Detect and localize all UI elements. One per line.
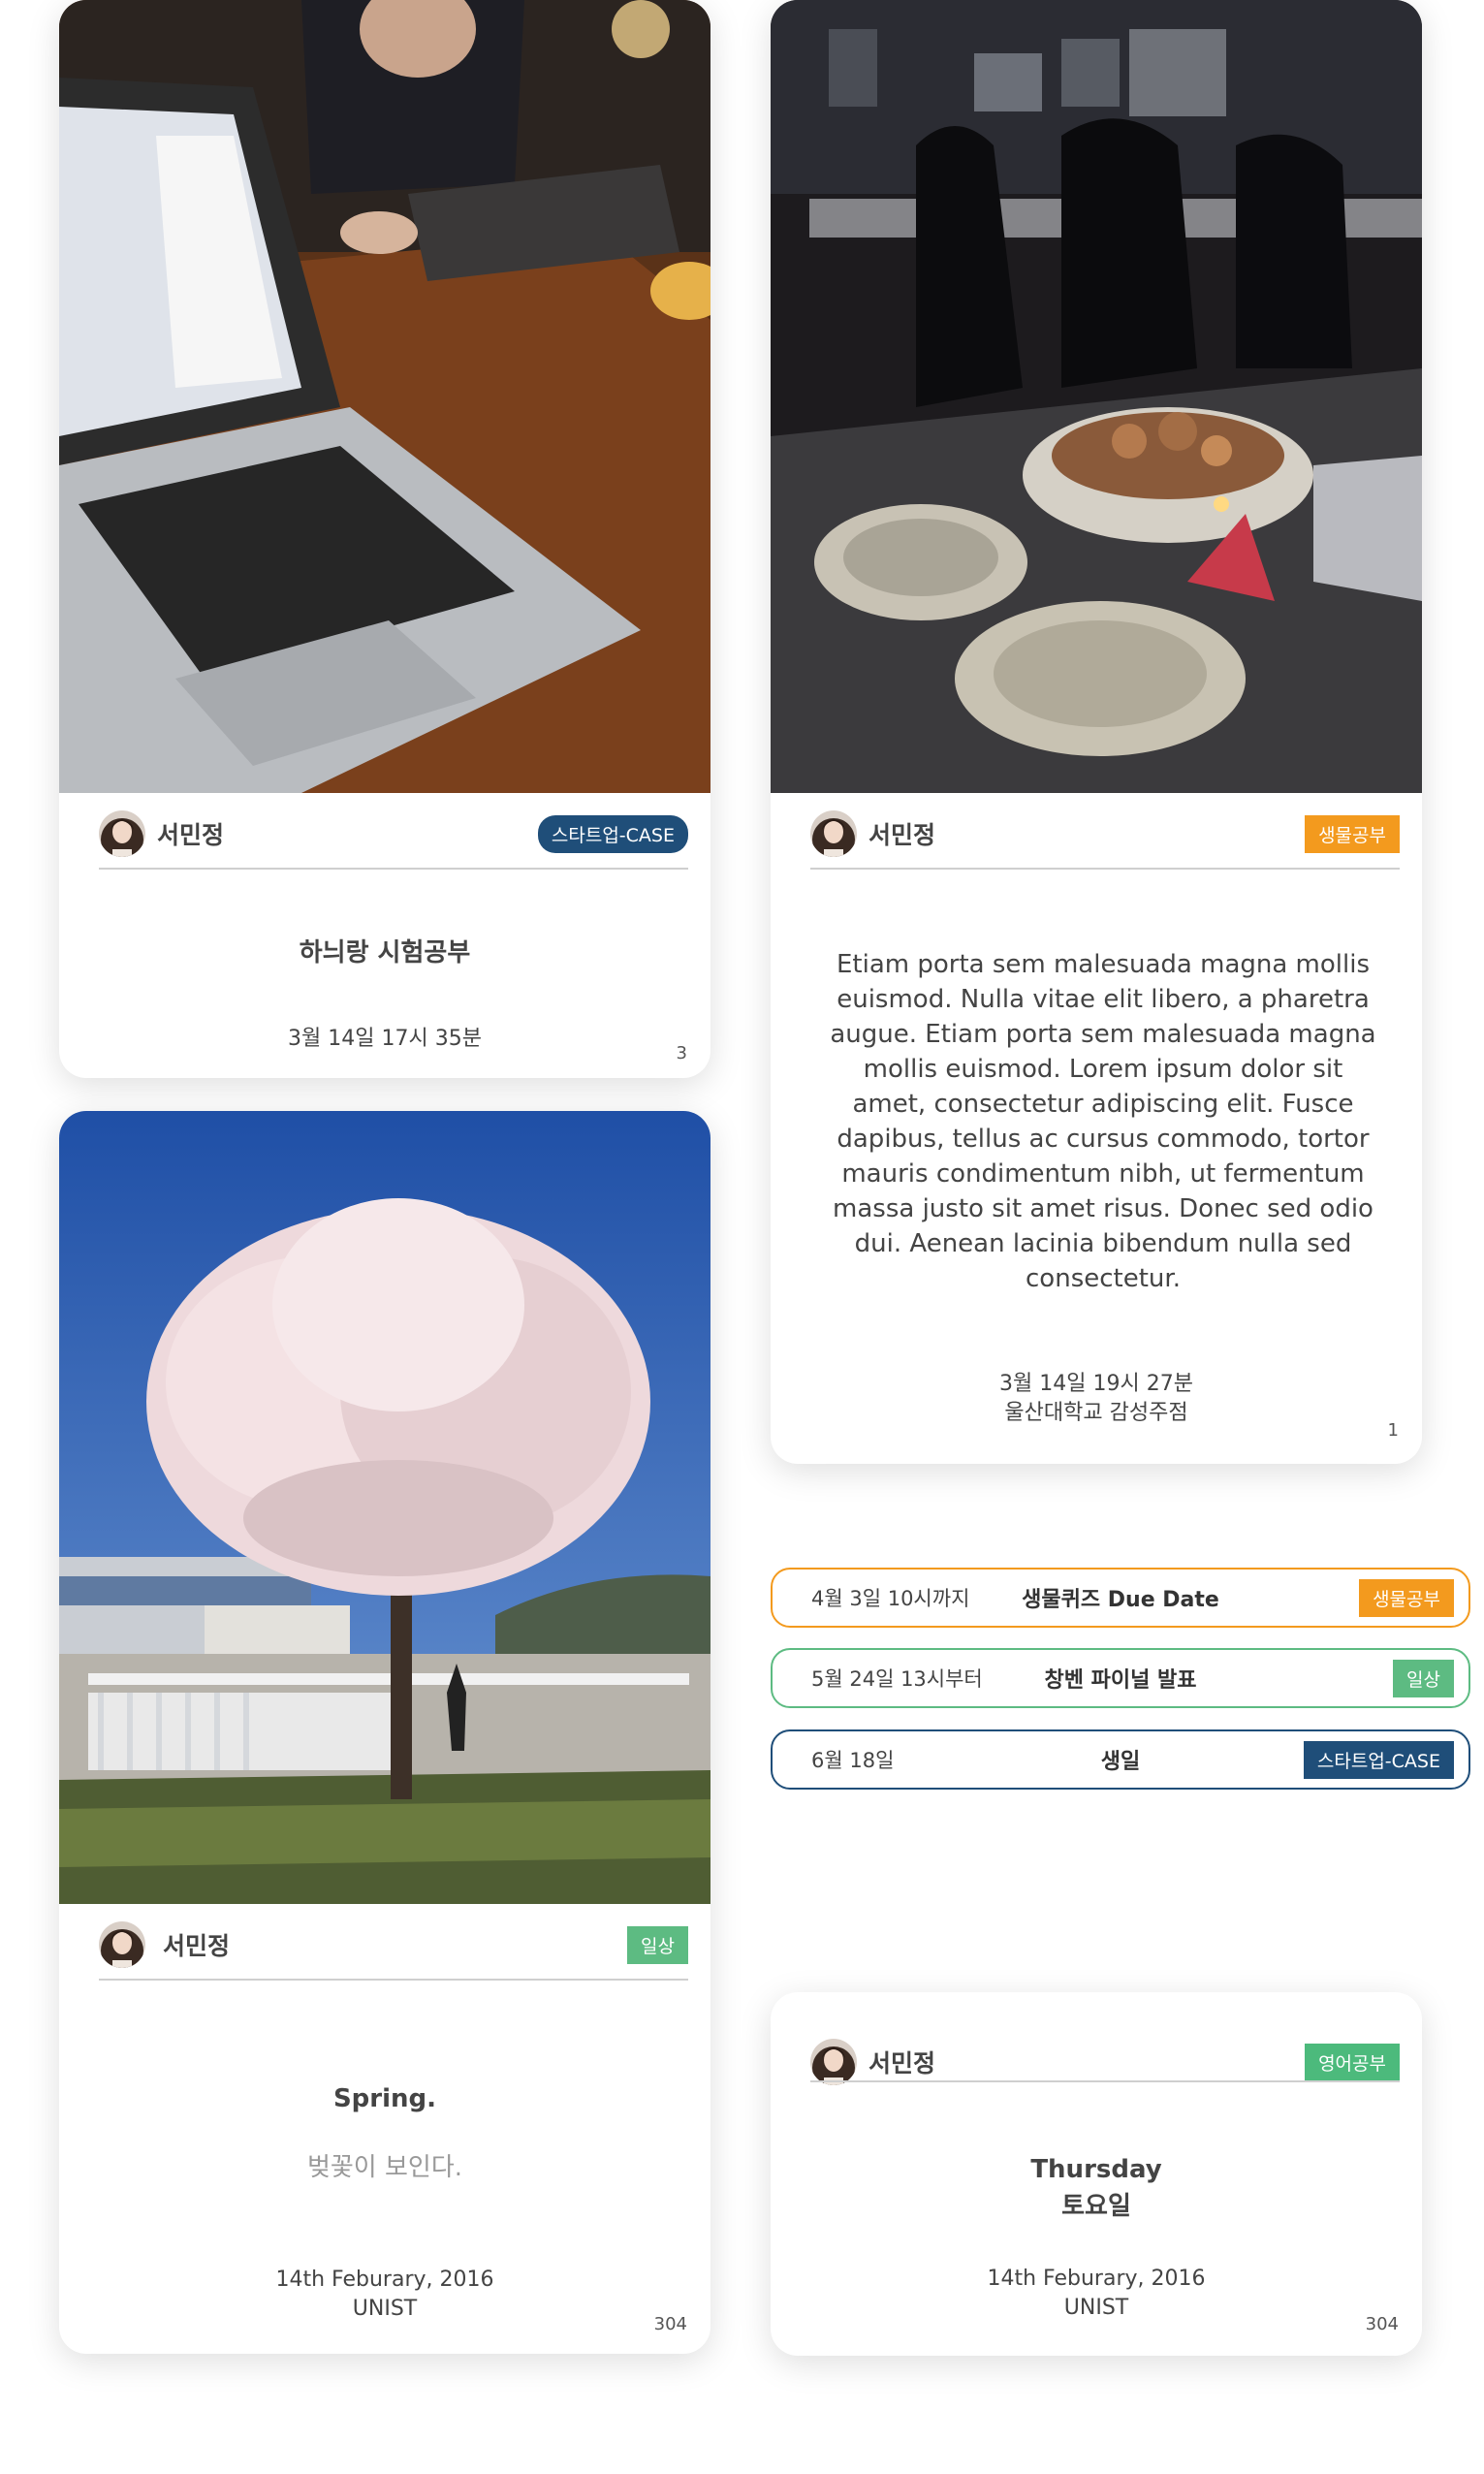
post-header: 서민정 스타트업-CASE [99,797,688,871]
comment-count: 1 [1387,1420,1399,1441]
event-item[interactable]: 5월 24일 13시부터 창벤 파이널 발표 일상 [771,1648,1470,1708]
post-date: 14th Feburary, 2016 [275,2268,494,2292]
comment-count: 304 [1365,2314,1399,2334]
post-header: 서민정 영어공부 [810,2025,1400,2099]
event-item[interactable]: 6월 18일 생일 스타트업-CASE [771,1729,1470,1790]
event-tag[interactable]: 스타트업-CASE [1303,1740,1454,1779]
post-card-1[interactable]: 서민정 스타트업-CASE 하늬랑 시험공부 3월 14일 17시 35분 3 [59,0,710,1078]
author-name[interactable]: 서민정 [163,1927,230,1962]
post-title: 하늬랑 시험공부 [299,938,471,967]
comment-count: 3 [676,1043,687,1063]
divider [99,868,688,870]
post-datetime: 3월 14일 17시 35분 [288,1027,482,1051]
author-avatar[interactable] [99,810,145,857]
author-avatar[interactable] [810,810,857,857]
post-header: 서민정 일상 [99,1908,688,1982]
author-name[interactable]: 서민정 [868,2045,935,2079]
post-body: Etiam porta sem malesuada magna mollis e… [830,950,1376,1293]
post-title-korean: 토요일 [1061,2192,1131,2221]
post-card-3[interactable]: 서민정 일상 Spring. 벚꽃이 보인다. 14th Feburary, 2… [59,1111,710,2354]
post-location: 울산대학교 감성주점 [1004,1401,1188,1425]
author-avatar[interactable] [810,2039,857,2085]
post-header: 서민정 생물공부 [810,797,1400,871]
post-photo [59,0,710,793]
category-tag[interactable]: 일상 [627,1925,688,1964]
event-tag[interactable]: 생물공부 [1359,1578,1454,1617]
divider [810,2080,1400,2082]
post-photo [59,1111,710,1904]
post-title: Spring. [332,2084,437,2113]
divider [810,868,1400,870]
post-photo [771,0,1422,793]
author-name[interactable]: 서민정 [868,816,935,851]
post-card-2[interactable]: 서민정 생물공부 Etiam porta sem malesuada magna… [771,0,1422,1464]
author-name[interactable]: 서민정 [157,816,224,851]
category-tag[interactable]: 영어공부 [1305,2043,1400,2081]
event-item[interactable]: 4월 3일 10시까지 생물퀴즈 Due Date 생물공부 [771,1568,1470,1628]
post-title: Thursday [1030,2155,1162,2184]
author-avatar[interactable] [99,1921,145,1968]
divider [99,1979,688,1981]
event-tag[interactable]: 일상 [1393,1659,1454,1697]
post-subtitle: 벚꽃이 보인다. [306,2153,463,2182]
post-datetime: 3월 14일 19시 27분 [999,1372,1193,1396]
post-location: UNIST [1063,2296,1129,2320]
comment-count: 304 [653,2314,687,2334]
post-card-4[interactable]: 서민정 영어공부 Thursday 토요일 14th Feburary, 201… [771,1992,1422,2356]
event-title: 창벤 파이널 발표 [1044,1668,1197,1693]
post-location: UNIST [352,2297,418,2321]
post-date: 14th Feburary, 2016 [987,2267,1206,2291]
category-tag[interactable]: 생물공부 [1305,814,1400,853]
category-tag[interactable]: 스타트업-CASE [537,814,688,853]
